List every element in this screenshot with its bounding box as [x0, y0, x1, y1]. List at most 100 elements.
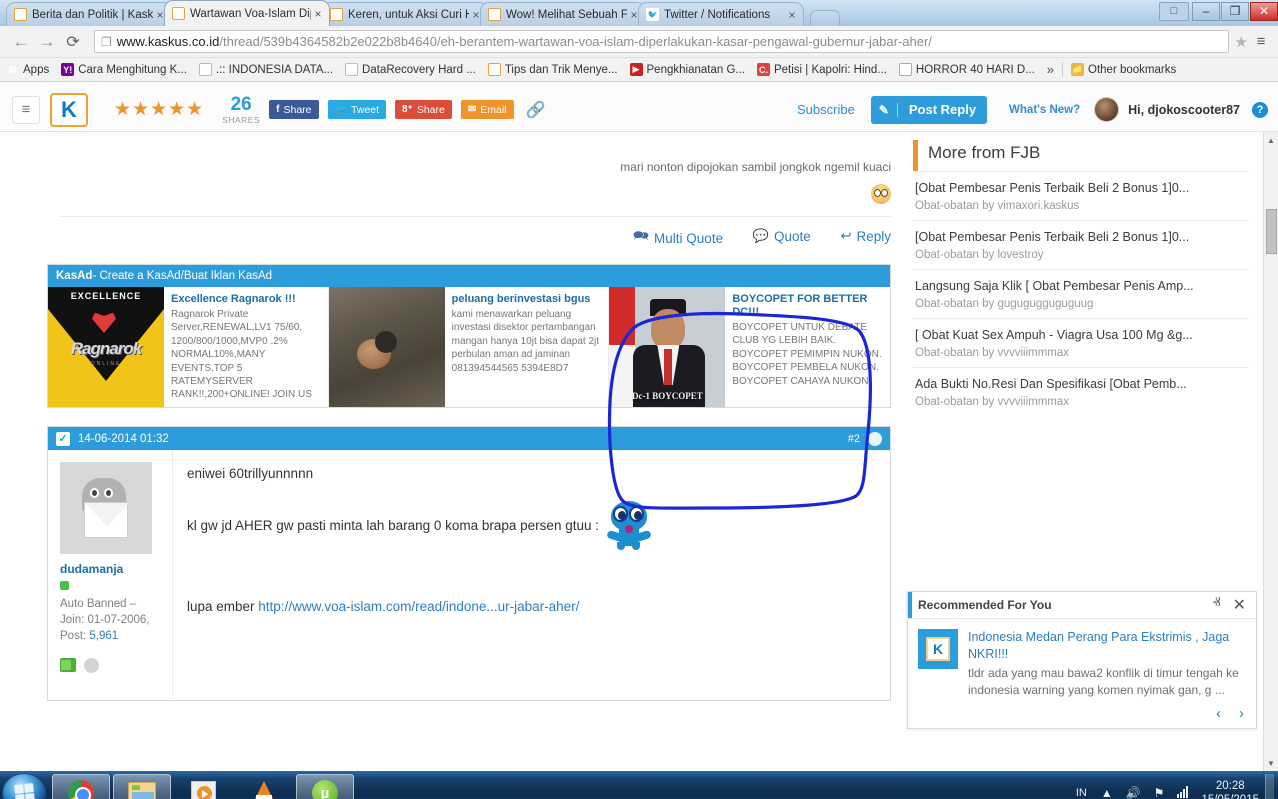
- post-select-checkbox[interactable]: ✓: [56, 431, 70, 446]
- fjb-item-title[interactable]: [ Obat Kuat Sex Ampuh - Viagra Usa 100 M…: [915, 327, 1249, 343]
- bookmark-2[interactable]: ☐ .:: INDONESIA DATA...: [198, 63, 333, 76]
- kaskus-favicon-icon: K: [488, 8, 501, 21]
- bookmark-5[interactable]: ▶ Pengkhianatan G...: [629, 63, 745, 76]
- scrollbar-thumb[interactable]: [1266, 209, 1277, 254]
- kasad-create-link[interactable]: - Create a KasAd/Buat Iklan KasAd: [92, 270, 272, 282]
- user-avatar[interactable]: [1094, 97, 1120, 122]
- fjb-list-item[interactable]: [ Obat Kuat Sex Ampuh - Viagra Usa 100 M…: [913, 318, 1249, 367]
- prev-arrow-icon[interactable]: ‹: [1216, 705, 1221, 722]
- fjb-list-item[interactable]: Langsung Saja Klik [ Obat Pembesar Penis…: [913, 269, 1249, 318]
- recommended-body[interactable]: K Indonesia Medan Perang Para Ekstrimis …: [908, 619, 1256, 703]
- user-avatar-image[interactable]: [60, 462, 152, 554]
- chrome-menu-icon[interactable]: ≡: [1252, 33, 1270, 50]
- tab-close-icon[interactable]: ×: [785, 9, 799, 21]
- link-chain-icon[interactable]: 🔗: [526, 100, 546, 120]
- post-number[interactable]: #2: [848, 433, 860, 445]
- author-post-count[interactable]: 5,961: [89, 630, 118, 642]
- explorer-taskbar-button[interactable]: [113, 774, 171, 799]
- vlc-taskbar-button[interactable]: [235, 774, 293, 799]
- forward-icon[interactable]: →: [34, 29, 60, 55]
- bookmark-star-icon[interactable]: ★: [1235, 33, 1248, 51]
- post-author-name[interactable]: dudamanja: [60, 562, 164, 576]
- facebook-share-button[interactable]: f Share: [269, 100, 319, 119]
- gray-badge-icon[interactable]: [84, 658, 99, 673]
- post-reply-button[interactable]: ✎ Post Reply: [870, 95, 988, 124]
- multi-quote-button[interactable]: 🗪 Multi Quote: [633, 227, 723, 249]
- reload-icon[interactable]: ⟳: [60, 29, 86, 55]
- ad-title[interactable]: BOYCOPET FOR BETTER DC!!!: [732, 293, 885, 319]
- menu-hamburger-icon[interactable]: ≡: [12, 95, 40, 124]
- close-window-button[interactable]: ✕: [1250, 1, 1278, 21]
- user-switch-button[interactable]: □: [1159, 1, 1189, 21]
- header-right-group: Subscribe ✎ Post Reply What's New? Hi, d…: [797, 95, 1268, 124]
- recommended-thumbnail: K: [918, 629, 958, 669]
- bookmark-apps[interactable]: ▦ Apps: [6, 63, 49, 76]
- fjb-item-title[interactable]: [Obat Pembesar Penis Terbaik Beli 2 Bonu…: [915, 180, 1249, 196]
- green-badge-icon[interactable]: [60, 658, 76, 672]
- fjb-item-title[interactable]: Langsung Saja Klik [ Obat Pembesar Penis…: [915, 278, 1249, 294]
- kasad-item-2[interactable]: Dc-1 BOYCOPET BOYCOPET FOR BETTER DC!!! …: [609, 287, 890, 407]
- whats-new-link[interactable]: What's New?: [1009, 104, 1080, 116]
- fjb-item-title[interactable]: [Obat Pembesar Penis Terbaik Beli 2 Bonu…: [915, 229, 1249, 245]
- language-indicator[interactable]: IN: [1076, 787, 1087, 799]
- utorrent-taskbar-button[interactable]: µ: [296, 774, 354, 799]
- bookmark-6[interactable]: C. Petisi | Kapolri: Hind...: [756, 63, 887, 76]
- ad-title[interactable]: Excellence Ragnarok !!!: [171, 293, 323, 306]
- browser-tab-3[interactable]: K Wow! Melihat Sebuah Fak ×: [480, 2, 646, 26]
- new-tab-button[interactable]: [810, 10, 840, 26]
- help-icon[interactable]: ?: [1252, 101, 1268, 118]
- browser-tab-0[interactable]: K Berita dan Politik | Kaskus ×: [6, 2, 172, 26]
- clock[interactable]: 20:28 15/05/2015: [1201, 779, 1259, 799]
- kaskus-logo[interactable]: K: [50, 92, 88, 127]
- reply-button[interactable]: ↩ Reply: [841, 228, 891, 244]
- post-external-link[interactable]: http://www.voa-islam.com/read/indone...u…: [258, 599, 579, 614]
- bookmark-3[interactable]: ☐ DataRecovery Hard ...: [345, 63, 476, 76]
- show-hidden-icons[interactable]: ▲: [1101, 786, 1113, 799]
- address-bar[interactable]: ❐ www.kaskus.co.id /thread/539b4364582b2…: [94, 30, 1229, 53]
- kasad-item-0[interactable]: EXCELLENCE Ragnarok ONLINE Excellence Ra…: [48, 287, 329, 407]
- minimize-button[interactable]: –: [1192, 1, 1220, 21]
- subscribe-link[interactable]: Subscribe: [797, 102, 855, 117]
- browser-tab-1-active[interactable]: K Wartawan Voa-Islam Dipe ×: [164, 0, 330, 26]
- back-icon[interactable]: ←: [8, 29, 34, 55]
- next-arrow-icon[interactable]: ›: [1239, 705, 1244, 722]
- page-scrollbar[interactable]: ▲ ▼: [1263, 132, 1278, 771]
- scroll-down-icon[interactable]: ▼: [1264, 755, 1278, 771]
- media-player-taskbar-button[interactable]: [174, 774, 232, 799]
- kasad-header[interactable]: KasAd - Create a KasAd/Buat Iklan KasAd: [48, 265, 890, 287]
- bookmark-1[interactable]: Y! Cara Menghitung K...: [61, 63, 187, 76]
- user-greeting[interactable]: Hi, djokoscooter87: [1128, 103, 1240, 117]
- quote-button[interactable]: 💬 Quote: [753, 228, 811, 244]
- email-share-button[interactable]: ✉ Email: [460, 100, 514, 119]
- close-icon[interactable]: ✕: [1233, 595, 1246, 615]
- other-bookmarks-button[interactable]: 📁 Other bookmarks: [1071, 63, 1176, 76]
- signal-bars-icon[interactable]: [1177, 785, 1189, 799]
- bookmark-7[interactable]: K HORROR 40 HARI D...: [898, 63, 1035, 76]
- ragnarok-banner-image: EXCELLENCE Ragnarok ONLINE: [48, 287, 164, 407]
- rating-stars[interactable]: ★★★★★: [114, 98, 204, 121]
- recommended-item-title[interactable]: Indonesia Medan Perang Para Ekstrimis , …: [968, 629, 1246, 663]
- post-options-icon[interactable]: [868, 431, 882, 446]
- collapse-icon[interactable]: ⱏ: [1213, 595, 1221, 615]
- browser-tab-2[interactable]: K Keren, untuk Aksi Curi He ×: [322, 2, 488, 26]
- bookmarks-overflow-icon[interactable]: »: [1047, 62, 1054, 77]
- fjb-item-title[interactable]: Ada Bukti No.Resi Dan Spesifikasi [Obat …: [915, 376, 1249, 392]
- show-desktop-button[interactable]: [1265, 774, 1274, 799]
- volume-icon[interactable]: 🔊: [1126, 786, 1141, 799]
- kasad-item-1[interactable]: peluang berinvestasi bgus kami menawarka…: [328, 287, 610, 407]
- post-text-line-3: lupa ember http://www.voa-islam.com/read…: [187, 597, 874, 616]
- chrome-taskbar-button[interactable]: [52, 774, 110, 799]
- google-plus-share-button[interactable]: 8⁺ Share: [394, 100, 452, 119]
- scroll-up-icon[interactable]: ▲: [1264, 132, 1278, 148]
- bookmark-4[interactable]: K Tips dan Trik Menye...: [487, 63, 618, 76]
- fjb-list-item[interactable]: [Obat Pembesar Penis Terbaik Beli 2 Bonu…: [913, 220, 1249, 269]
- fjb-list-item[interactable]: [Obat Pembesar Penis Terbaik Beli 2 Bonu…: [913, 171, 1249, 220]
- fjb-list-item[interactable]: Ada Bukti No.Resi Dan Spesifikasi [Obat …: [913, 367, 1249, 416]
- twitter-tweet-button[interactable]: 🐦 Tweet: [327, 100, 386, 119]
- tab-close-icon[interactable]: ×: [311, 8, 325, 20]
- action-center-icon[interactable]: ⚑: [1154, 786, 1165, 799]
- browser-tab-4[interactable]: 🐦 Twitter / Notifications ×: [638, 2, 804, 26]
- start-button[interactable]: [2, 773, 46, 799]
- ad-title[interactable]: peluang berinvestasi bgus: [452, 293, 604, 306]
- maximize-button[interactable]: ❐: [1221, 1, 1249, 21]
